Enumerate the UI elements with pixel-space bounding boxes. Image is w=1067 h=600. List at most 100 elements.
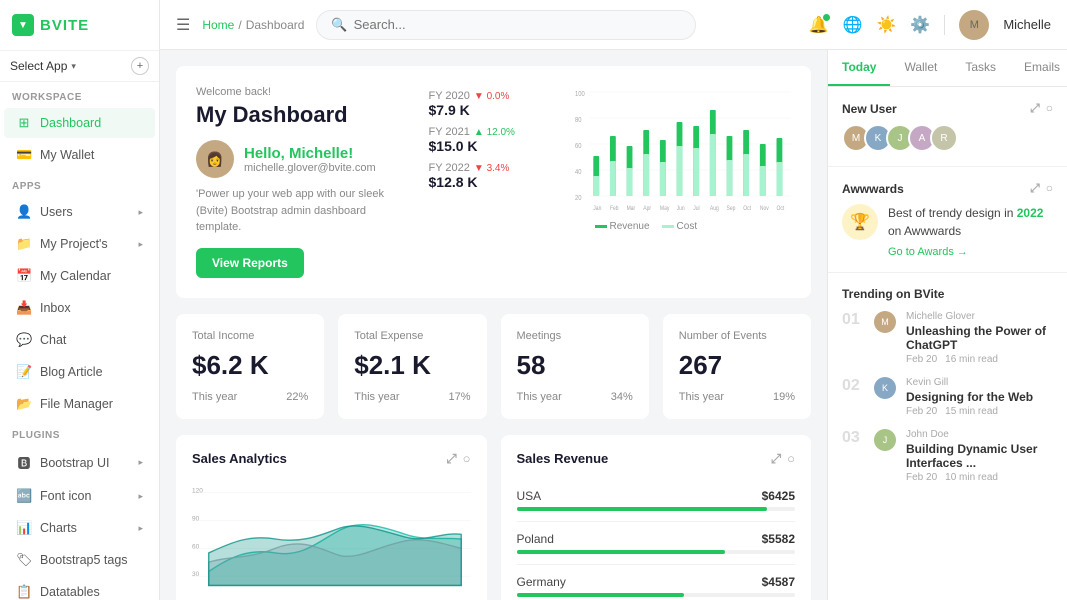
sidebar-item-inbox[interactable]: 📥 Inbox [4, 293, 155, 323]
trend-meta: Feb 20 16 min read [906, 354, 1053, 365]
trend-content: Michelle Glover Unleashing the Power of … [906, 311, 1053, 365]
sidebar-item-dashboard[interactable]: ⊞ Dashboard [4, 108, 155, 138]
trend-article-title[interactable]: Unleashing the Power of ChatGPT [906, 324, 1053, 352]
welcome-card: Welcome back! My Dashboard 👩 Hello, Mich… [176, 66, 811, 298]
trend-author: Michelle Glover [906, 311, 1053, 322]
go-to-awards-link[interactable]: Go to Awards → [888, 246, 1053, 258]
topbar-actions: 🔔 🌐 ☀️ ⚙️ M Michelle [809, 10, 1051, 40]
svg-text:Sep: Sep [726, 206, 735, 213]
promo-text: 'Power up your web app with our sleek (B… [196, 186, 396, 236]
trend-date: Feb 20 [906, 472, 937, 483]
sidebar-item-files[interactable]: 📂 File Manager [4, 389, 155, 419]
revenue-country: Poland [517, 532, 554, 546]
awwwards-more-icon[interactable]: ○ [1046, 181, 1053, 196]
trend-meta: Feb 20 15 min read [906, 406, 1053, 417]
files-icon: 📂 [16, 396, 32, 412]
analytics-title-text: Sales Analytics [192, 451, 287, 466]
trending-title: Trending on BVite [842, 287, 1053, 301]
revenue-bar [517, 593, 684, 597]
content-main: Welcome back! My Dashboard 👩 Hello, Mich… [160, 50, 827, 600]
fonticon-icon: 🔤 [16, 488, 32, 504]
revenue-bar-bg [517, 507, 796, 511]
sidebar-item-blog[interactable]: 📝 Blog Article [4, 357, 155, 387]
stat-card-total-expense: Total Expense $2.1 K This year 17% [338, 314, 486, 419]
sidebar-item-bootstrap[interactable]: 🅱 Bootstrap UI ▸ [4, 446, 155, 479]
breadcrumb-home[interactable]: Home [202, 18, 234, 32]
tab-wallet[interactable]: Wallet [890, 50, 951, 86]
stat-value: $2.1 K [354, 350, 470, 381]
notification-icon[interactable]: 🔔 [809, 15, 829, 35]
svg-text:Apr: Apr [643, 206, 651, 213]
trend-avatar: J [874, 429, 896, 451]
new-user-more-icon[interactable]: ○ [1046, 101, 1053, 116]
search-input[interactable] [354, 17, 682, 32]
stat-label: Meetings [517, 330, 633, 342]
svg-text:Jul: Jul [693, 206, 699, 213]
trend-read: 10 min read [945, 472, 998, 483]
stat-year: This year [354, 391, 399, 403]
trend-avatar: K [874, 377, 896, 399]
fy-2020: FY 2020▼ 0.0% $7.9 K [429, 90, 559, 118]
stat-pct: 19% [773, 391, 795, 403]
svg-text:Jan: Jan [593, 206, 601, 213]
svg-text:May: May [659, 206, 669, 213]
bootstrap-icon: 🅱 [16, 453, 32, 472]
sidebar-item-wallet[interactable]: 💳 My Wallet [4, 140, 155, 170]
trend-article-title[interactable]: Building Dynamic User Interfaces ... [906, 442, 1053, 470]
stats-row: Total Income $6.2 K This year 22% Total … [176, 314, 811, 419]
globe-icon[interactable]: 🌐 [843, 15, 863, 35]
welcome-text: Welcome back! [196, 86, 413, 98]
trend-article-title[interactable]: Designing for the Web [906, 390, 1053, 404]
sidebar-item-datatables-label: Datatables [40, 585, 100, 599]
fy2020-direction-icon: ▼ 0.0% [474, 91, 509, 102]
awwwards-expand-icon[interactable]: ⤢ [1030, 181, 1040, 196]
sidebar-item-bootstrap5[interactable]: 🏷 Bootstrap5 tags [4, 545, 155, 575]
select-app-label[interactable]: Select App [10, 59, 67, 73]
revenue-row-poland: Poland $5582 [517, 522, 796, 565]
legend-revenue: Revenue [610, 221, 650, 232]
sidebar-item-calendar[interactable]: 📅 My Calendar [4, 261, 155, 291]
analytics-expand-icon[interactable]: ⤢ [446, 451, 456, 467]
sidebar-item-charts-label: Charts [40, 521, 77, 535]
settings-icon[interactable]: ⚙️ [910, 15, 930, 35]
sidebar-item-chat[interactable]: 💬 Chat [4, 325, 155, 355]
tab-tasks[interactable]: Tasks [951, 50, 1010, 86]
select-app-chevron[interactable]: ▾ [71, 61, 76, 72]
right-panel: TodayWalletTasksEmails New User ⤢ ○ M K … [827, 50, 1067, 600]
breadcrumb-current: Dashboard [246, 18, 305, 32]
awwwards-card: 🏆 Best of trendy design in 2022 on Awwwa… [842, 204, 1053, 258]
sidebar-item-charts[interactable]: 📊 Charts ▸ [4, 513, 155, 543]
content: Welcome back! My Dashboard 👩 Hello, Mich… [160, 50, 1067, 600]
trend-item-1: 01 M Michelle Glover Unleashing the Powe… [842, 311, 1053, 365]
awwwards-title: Awwwards ⤢ ○ [842, 181, 1053, 196]
new-user-expand-icon[interactable]: ⤢ [1030, 101, 1040, 116]
theme-icon[interactable]: ☀️ [876, 15, 896, 35]
tab-today[interactable]: Today [828, 50, 890, 86]
menu-icon[interactable]: ☰ [176, 15, 190, 35]
bar-chart-svg: 100 80 60 40 20 [575, 86, 792, 216]
revenue-card-title: Sales Revenue ⤢ ○ [517, 451, 796, 467]
sidebar-item-wallet-label: My Wallet [40, 148, 94, 162]
revenue-country: Germany [517, 575, 566, 589]
sidebar-item-fonticon[interactable]: 🔤 Font icon ▸ [4, 481, 155, 511]
sidebar-item-users[interactable]: 👤 Users ▸ [4, 197, 155, 227]
svg-text:Aug: Aug [709, 206, 718, 213]
tab-emails[interactable]: Emails [1010, 50, 1067, 86]
svg-text:60: 60 [575, 143, 582, 151]
svg-text:90: 90 [192, 515, 200, 522]
revenue-expand-icon[interactable]: ⤢ [771, 451, 781, 467]
sidebar-item-projects[interactable]: 📁 My Project's ▸ [4, 229, 155, 259]
revenue-more-icon[interactable]: ○ [787, 451, 795, 467]
chat-icon: 💬 [16, 332, 32, 348]
trend-item-3: 03 J John Doe Building Dynamic User Inte… [842, 429, 1053, 483]
bootstrap5-icon: 🏷 [16, 552, 32, 568]
trend-content: Kevin Gill Designing for the Web Feb 20 … [906, 377, 1053, 417]
revenue-bar [517, 550, 726, 554]
sidebar-item-datatables[interactable]: 📋 Datatables [4, 577, 155, 600]
view-reports-button[interactable]: View Reports [196, 248, 304, 278]
analytics-card-title: Sales Analytics ⤢ ○ [192, 451, 471, 467]
trend-read: 16 min read [945, 354, 998, 365]
analytics-more-icon[interactable]: ○ [463, 451, 471, 467]
add-workspace-button[interactable]: + [131, 57, 149, 75]
search-box[interactable]: 🔍 [316, 10, 696, 40]
